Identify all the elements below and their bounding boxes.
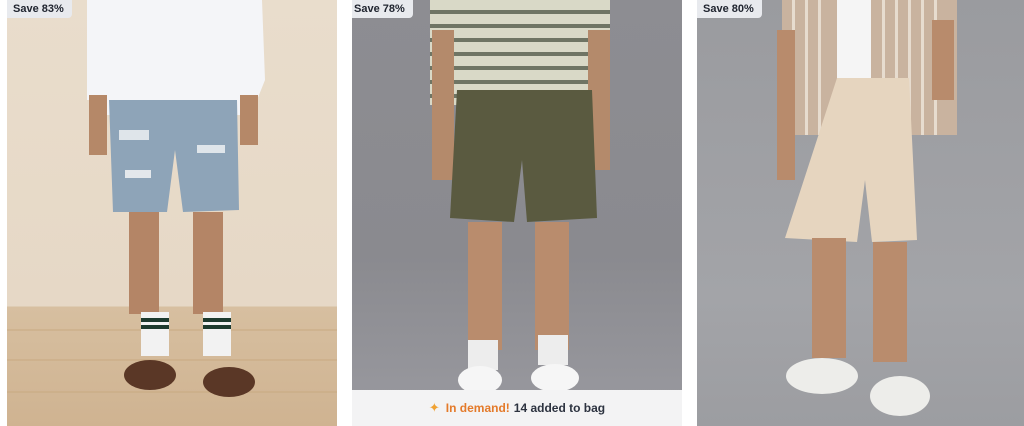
product-image[interactable] (352, 0, 682, 426)
in-demand-banner: ✦ In demand! 14 added to bag (352, 390, 682, 426)
product-card[interactable]: Save 78% ✦ In demand! 14 added to bag (352, 0, 682, 426)
discount-badge: Save 83% (7, 0, 72, 18)
sparkle-icon: ✦ (428, 400, 440, 415)
in-demand-label: In demand! (445, 401, 510, 415)
in-demand-message: 14 added to bag (513, 401, 606, 415)
product-card[interactable]: Save 83% (7, 0, 337, 426)
discount-badge: Save 80% (697, 0, 762, 18)
product-image[interactable] (7, 0, 337, 426)
product-grid: Save 83% Save 78% ✦ In demand! 14 added … (0, 0, 1024, 426)
product-card[interactable]: Save 80% (697, 0, 1024, 426)
discount-badge: Save 78% (352, 0, 413, 18)
product-image[interactable] (697, 0, 1024, 426)
